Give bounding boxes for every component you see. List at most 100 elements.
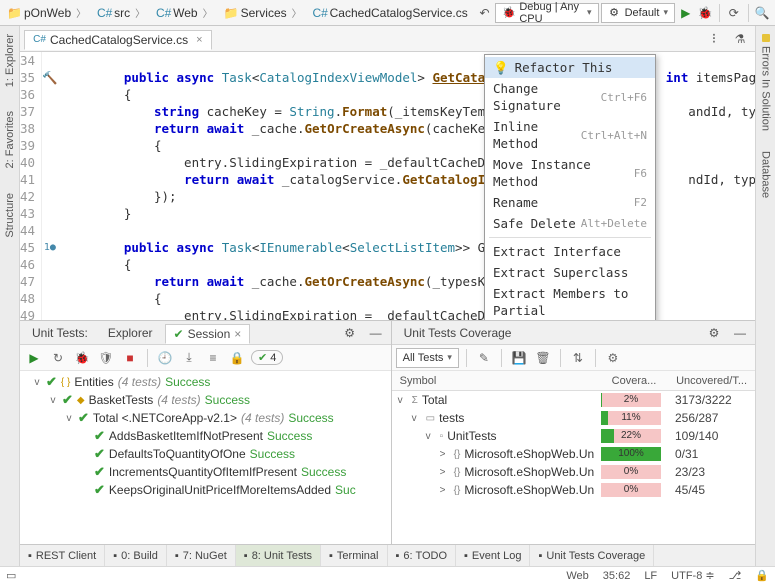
coverage-row[interactable]: v Σ Total 2% 3173/3222 [392,391,755,409]
context-menu-item[interactable]: RenameF2 [485,192,655,213]
context-menu-item[interactable]: Inline MethodCtrl+Alt+N [485,116,655,154]
coverage-row[interactable]: v ▫ UnitTests 22% 109/140 [392,427,755,445]
run-button[interactable]: ▶ [677,2,695,24]
toggle-icon[interactable]: v [412,413,422,424]
editor-menu-icon[interactable]: ⁝ [703,28,725,50]
database-tool[interactable]: Database [760,151,772,198]
coverage-columns: Symbol Covera... Uncovered/T... [392,371,755,391]
debug-button[interactable]: 🐞 [697,2,715,24]
context-menu-item[interactable]: Extract Superclass [485,262,655,283]
git-branch[interactable]: ⎇ [729,569,742,582]
toggle-icon[interactable]: v [32,377,42,388]
context-menu-item[interactable]: Extract Members to Partial [485,283,655,320]
breadcrumb-item[interactable]: C#CachedCatalogService.cs [310,6,472,20]
lock-icon[interactable]: 🔒 [227,348,247,368]
tool-window-button[interactable]: ▪Terminal [321,545,387,566]
test-tree-row[interactable]: v ✔ { } Entities (4 tests) Success [24,373,387,391]
filter-icon[interactable]: ≡ [203,348,223,368]
coverage-bar: 100% [601,447,661,461]
back-button[interactable]: ↶ [476,2,494,24]
column-coverage[interactable]: Covera... [601,375,667,387]
tool-window-button[interactable]: ▪0: Build [105,545,167,566]
export-icon[interactable]: ⤓ [179,348,199,368]
session-tab[interactable]: ✔Session× [165,324,251,344]
minimize-icon[interactable]: — [365,322,387,344]
rerun-button[interactable]: ↻ [48,348,68,368]
structure-tool[interactable]: Structure [4,193,16,238]
target-selector[interactable]: ⚙Default▾ [601,3,675,23]
coverage-row[interactable]: > {} Microsoft.eShopWeb.Un 100% 0/31 [392,445,755,463]
context-menu-item[interactable]: Move Instance MethodF6 [485,154,655,192]
explorer-tool[interactable]: 1: Explorer [4,34,16,87]
highlight-icon[interactable]: ✎ [474,348,494,368]
explorer-tab[interactable]: Explorer [100,324,161,342]
save-icon[interactable]: 💾 [509,348,529,368]
type-icon: ▫ [440,431,444,442]
tool-window-button[interactable]: ▪6: TODO [388,545,457,566]
coverage-filter[interactable]: All Tests▾ [396,348,459,368]
search-button[interactable]: 🔍 [753,2,771,24]
context-label[interactable]: Web [566,570,588,582]
toggle-icon[interactable]: > [440,467,450,478]
type-icon: ◆ [77,395,85,406]
settings-icon[interactable]: ⚙ [603,348,623,368]
coverage-row[interactable]: > {} Microsoft.eShopWeb.Un 0% 23/23 [392,463,755,481]
encoding[interactable]: UTF-8 ≑ [671,569,714,582]
test-tree-row[interactable]: ✔ KeepsOriginalUnitPriceIfMoreItemsAdded… [24,481,387,499]
breadcrumb-item[interactable]: C#src〉 [94,5,151,20]
coverage-tree[interactable]: v Σ Total 2% 3173/3222 v ▭ tests 11% 256… [392,391,755,544]
passed-badge[interactable]: ✔4 [251,350,283,365]
tool-window-button[interactable]: ▪7: NuGet [167,545,236,566]
tool-window-button[interactable]: ▪Unit Tests Coverage [530,545,654,566]
breadcrumb-item[interactable]: 📁Services〉 [221,5,308,20]
column-uncovered[interactable]: Uncovered/T... [667,375,755,387]
chevron-down-icon: ▾ [447,352,452,363]
column-symbol[interactable]: Symbol [392,375,601,387]
toggle-icon[interactable]: v [426,431,436,442]
sort-icon[interactable]: ⇅ [568,348,588,368]
marker-gutter: 🔨1● [42,52,58,320]
lab-icon[interactable]: ⚗ [729,28,751,50]
tool-window-button[interactable]: ▪8: Unit Tests [236,545,321,566]
toggle-icon[interactable]: v [64,413,74,424]
toggle-icon[interactable]: > [440,449,450,460]
toggle-icon[interactable]: > [440,485,450,496]
close-tab-icon[interactable]: × [196,34,202,46]
delete-icon[interactable]: 🗑 [533,348,553,368]
test-tree-row[interactable]: ✔ IncrementsQuantityOfItemIfPresent Succ… [24,463,387,481]
close-icon[interactable]: × [234,327,241,341]
test-tree-row[interactable]: v ✔ ◆ BasketTests (4 tests) Success [24,391,387,409]
coverage-row[interactable]: > {} Microsoft.eShopWeb.Un 0% 45/45 [392,481,755,499]
debug-tests-button[interactable]: 🐞 [72,348,92,368]
test-tree-row[interactable]: ✔ AddsBasketItemIfNotPresent Success [24,427,387,445]
stop-button[interactable]: ■ [120,348,140,368]
line-ending[interactable]: LF [644,570,657,582]
tool-window-button[interactable]: ▪REST Client [20,545,105,566]
breadcrumb-item[interactable]: C#Web〉 [153,5,218,20]
test-tree-row[interactable]: ✔ DefaultsToQuantityOfOne Success [24,445,387,463]
favorites-tool[interactable]: 2: Favorites [4,111,16,168]
coverage-row[interactable]: v ▭ tests 11% 256/287 [392,409,755,427]
gear-icon[interactable]: ⚙ [703,322,725,344]
update-button[interactable]: ⟳ [725,2,743,24]
lock-icon[interactable]: 🔒 [755,569,769,582]
run-tests-button[interactable]: ▶ [24,348,44,368]
unit-tests-tree[interactable]: v ✔ { } Entities (4 tests) Success v ✔ ◆… [20,371,391,544]
coverage-button[interactable]: 🛡 [96,348,116,368]
context-menu-item[interactable]: Extract Interface [485,241,655,262]
context-menu-item[interactable]: Safe DeleteAlt+Delete [485,213,655,234]
run-config-selector[interactable]: 🐞Debug | Any CPU▾ [495,3,598,23]
history-icon[interactable]: 🕘 [155,348,175,368]
minimize-icon[interactable]: — [729,322,751,344]
toggle-icon[interactable]: v [48,395,58,406]
context-menu-item[interactable]: Change SignatureCtrl+F6 [485,78,655,116]
caret-position[interactable]: 35:62 [603,570,631,582]
toggle-icon[interactable]: v [398,395,408,406]
gear-icon[interactable]: ⚙ [339,322,361,344]
code-editor[interactable]: 34353637383940414243444546474849505152 🔨… [20,52,755,320]
tool-window-button[interactable]: ▪Event Log [456,545,530,566]
test-tree-row[interactable]: v ✔ Total <.NETCoreApp-v2.1> (4 tests) S… [24,409,387,427]
breadcrumb-item[interactable]: 📁pOnWeb〉 [4,5,92,20]
errors-tool[interactable]: Errors In Solution [760,34,772,131]
editor-tab[interactable]: C# CachedCatalogService.cs × [24,30,212,50]
